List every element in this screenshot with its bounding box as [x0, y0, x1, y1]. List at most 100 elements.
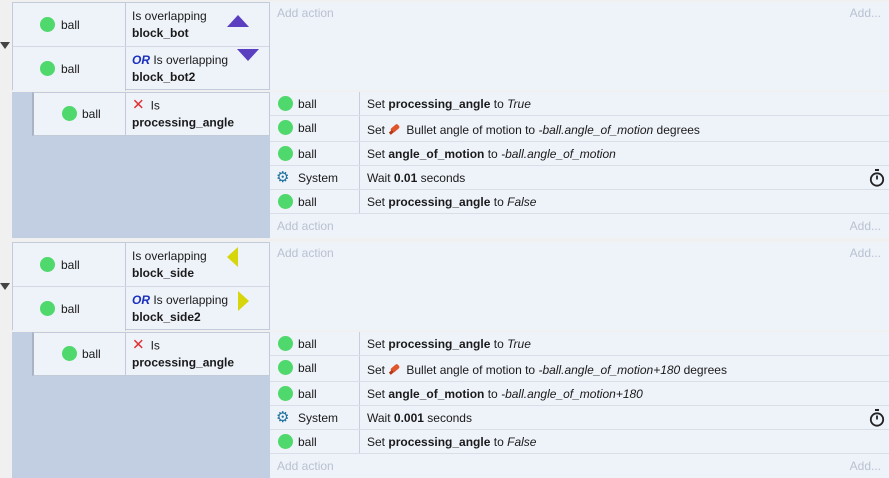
invert-x-icon: ✕ [132, 96, 145, 114]
condition-text[interactable]: OR Is overlapping block_side2 [132, 292, 228, 326]
add-action-row[interactable]: Add action Add... [270, 242, 889, 264]
object-name: ball [298, 337, 317, 351]
block-side-triangle-icon [227, 247, 238, 267]
action-text[interactable]: Wait 0.001 seconds [367, 411, 472, 425]
sub-condition[interactable]: ball ✕ Is processing_angle [32, 332, 270, 376]
condition-text[interactable]: ✕ Is processing_angle [132, 337, 234, 372]
action-row[interactable]: ⚙ System Wait 0.001 seconds [270, 406, 889, 430]
action-object[interactable]: ball [270, 356, 360, 381]
action-object[interactable]: ball [270, 332, 360, 355]
stopwatch-icon [869, 409, 885, 427]
action-object[interactable]: ball [270, 142, 360, 165]
bullet-behavior-icon [389, 124, 400, 135]
add-action-row[interactable]: Add action Add... [270, 455, 889, 477]
object-name: ball [61, 257, 80, 272]
add-action-row[interactable]: Add action Add... [270, 2, 889, 24]
block-bot2-triangle-icon [237, 49, 259, 61]
gear-icon: ⚙ [276, 409, 290, 426]
collapse-toggle-event-2[interactable] [0, 283, 10, 290]
action-object[interactable]: ball [270, 116, 360, 141]
action-column: Add action Add... [270, 242, 889, 330]
collapse-toggle-event-1[interactable] [0, 42, 10, 49]
action-text[interactable]: Set processing_angle to False [367, 435, 536, 449]
action-column: Add action Add... [270, 2, 889, 90]
action-text[interactable]: Set Bullet angle of motion to -ball.angl… [367, 122, 700, 137]
add-action-label: Add action [277, 6, 334, 20]
action-object[interactable]: ball [270, 430, 360, 453]
ball-sprite-icon [278, 146, 293, 161]
ball-sprite-icon [278, 386, 293, 401]
action-object[interactable]: ball [270, 190, 360, 213]
sub-event-1[interactable]: ball ✕ Is processing_angle ball Set proce… [12, 92, 889, 238]
action-text[interactable]: Set processing_angle to True [367, 97, 531, 111]
condition-target: block_side2 [132, 310, 201, 324]
event-2[interactable]: ball Is overlapping block_side ball OR I… [12, 242, 889, 331]
condition-row[interactable]: ball Is overlapping block_side [13, 243, 269, 287]
action-row[interactable]: ball Set angle_of_motion to -ball.angle_… [270, 382, 889, 406]
add-button[interactable]: Add... [850, 459, 881, 473]
action-row[interactable]: ⚙ System Wait 0.01 seconds [270, 166, 889, 190]
action-text[interactable]: Set angle_of_motion to -ball.angle_of_mo… [367, 387, 643, 401]
object-name: ball [82, 347, 101, 361]
condition-row[interactable]: ball OR Is overlapping block_side2 [13, 287, 269, 331]
ball-sprite-icon [62, 106, 77, 121]
object-name: ball [298, 195, 317, 209]
action-row[interactable]: ball Set angle_of_motion to -ball.angle_… [270, 142, 889, 166]
condition-text[interactable]: ✕ Is processing_angle [132, 97, 234, 132]
object-name: System [298, 171, 339, 185]
block-bot-triangle-icon [227, 15, 249, 27]
object-name: ball [298, 387, 317, 401]
condition-prefix: Is [150, 338, 160, 353]
add-button[interactable]: Add... [850, 219, 881, 233]
add-action-row[interactable]: Add action Add... [270, 215, 889, 237]
sub-event-2[interactable]: ball ✕ Is processing_angle ball Set proce… [12, 332, 889, 478]
condition-object[interactable]: ball [13, 287, 126, 331]
condition-object[interactable]: ball [34, 333, 126, 375]
ball-sprite-icon [278, 434, 293, 449]
event-1[interactable]: ball Is overlapping block_bot ball OR Is… [12, 2, 889, 91]
condition-object[interactable]: ball [13, 3, 126, 46]
action-text[interactable]: Set Bullet angle of motion to -ball.angl… [367, 362, 727, 377]
action-row[interactable]: ball Set Bullet angle of motion to -ball… [270, 356, 889, 382]
condition-row[interactable]: ball Is overlapping block_bot [13, 3, 269, 47]
condition-text[interactable]: Is overlapping block_bot [132, 8, 207, 42]
add-action-label: Add action [277, 459, 334, 473]
action-row[interactable]: ball Set processing_angle to False [270, 430, 889, 454]
or-keyword: OR [132, 53, 150, 67]
ball-sprite-icon [278, 120, 293, 135]
condition-row[interactable]: ball OR Is overlapping block_bot2 [13, 47, 269, 91]
action-row[interactable]: ball Set processing_angle to True [270, 92, 889, 116]
object-name: ball [82, 107, 101, 121]
action-object[interactable]: ball [270, 382, 360, 405]
action-text[interactable]: Set processing_angle to True [367, 337, 531, 351]
ball-sprite-icon [278, 360, 293, 375]
action-text[interactable]: Wait 0.01 seconds [367, 171, 465, 185]
condition-column: ball Is overlapping block_side ball OR I… [12, 242, 270, 331]
add-button[interactable]: Add... [850, 246, 881, 260]
ball-sprite-icon [40, 61, 55, 76]
action-row[interactable]: ball Set processing_angle to True [270, 332, 889, 356]
action-row[interactable]: ball Set Bullet angle of motion to -ball… [270, 116, 889, 142]
condition-target: block_bot [132, 25, 189, 40]
condition-object[interactable]: ball [34, 93, 126, 135]
ball-sprite-icon [278, 194, 293, 209]
ball-sprite-icon [278, 336, 293, 351]
condition-target: block_side [132, 265, 195, 280]
condition-text[interactable]: Is overlapping block_side [132, 248, 207, 282]
action-text[interactable]: Set angle_of_motion to -ball.angle_of_mo… [367, 147, 616, 161]
action-object[interactable]: ⚙ System [270, 406, 360, 429]
add-action-label: Add action [277, 246, 334, 260]
bullet-behavior-icon [389, 364, 400, 375]
or-keyword: OR [132, 293, 150, 307]
action-row[interactable]: ball Set processing_angle to False [270, 190, 889, 214]
action-object[interactable]: ball [270, 92, 360, 115]
gear-icon: ⚙ [276, 169, 290, 186]
action-object[interactable]: ⚙ System [270, 166, 360, 189]
condition-object[interactable]: ball [13, 47, 126, 91]
condition-object[interactable]: ball [13, 243, 126, 286]
object-name: ball [61, 17, 80, 32]
action-text[interactable]: Set processing_angle to False [367, 195, 536, 209]
condition-text[interactable]: OR Is overlapping block_bot2 [132, 52, 228, 86]
sub-condition[interactable]: ball ✕ Is processing_angle [32, 92, 270, 136]
add-button[interactable]: Add... [850, 6, 881, 20]
